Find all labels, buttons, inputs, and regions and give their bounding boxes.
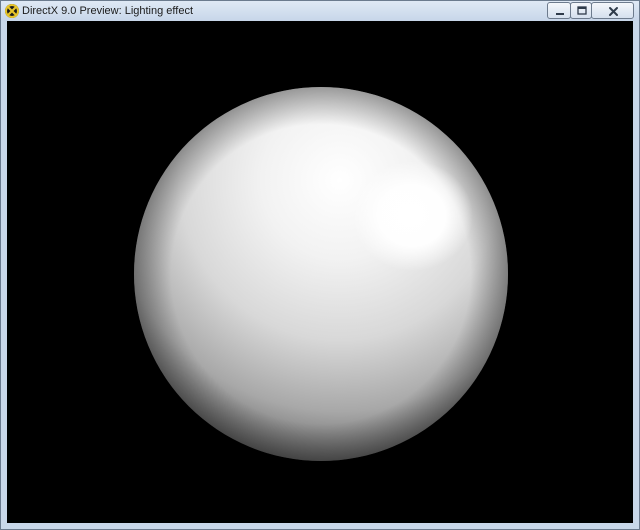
minimize-button[interactable] xyxy=(547,2,571,19)
close-button[interactable] xyxy=(591,2,634,19)
title-bar[interactable]: DirectX 9.0 Preview: Lighting effect xyxy=(1,1,639,21)
close-icon xyxy=(609,7,618,16)
app-window: DirectX 9.0 Preview: Lighting effect xyxy=(0,0,640,530)
sphere-rim-shade xyxy=(134,87,508,461)
minimize-icon xyxy=(556,13,564,15)
directx-icon[interactable] xyxy=(5,4,19,18)
specular-highlight xyxy=(353,161,473,271)
restore-icon xyxy=(577,6,587,15)
maximize-button[interactable] xyxy=(570,2,592,19)
caption-buttons xyxy=(547,2,634,19)
window-title: DirectX 9.0 Preview: Lighting effect xyxy=(22,5,193,17)
sphere-icon xyxy=(134,87,508,461)
render-viewport[interactable] xyxy=(7,21,633,523)
